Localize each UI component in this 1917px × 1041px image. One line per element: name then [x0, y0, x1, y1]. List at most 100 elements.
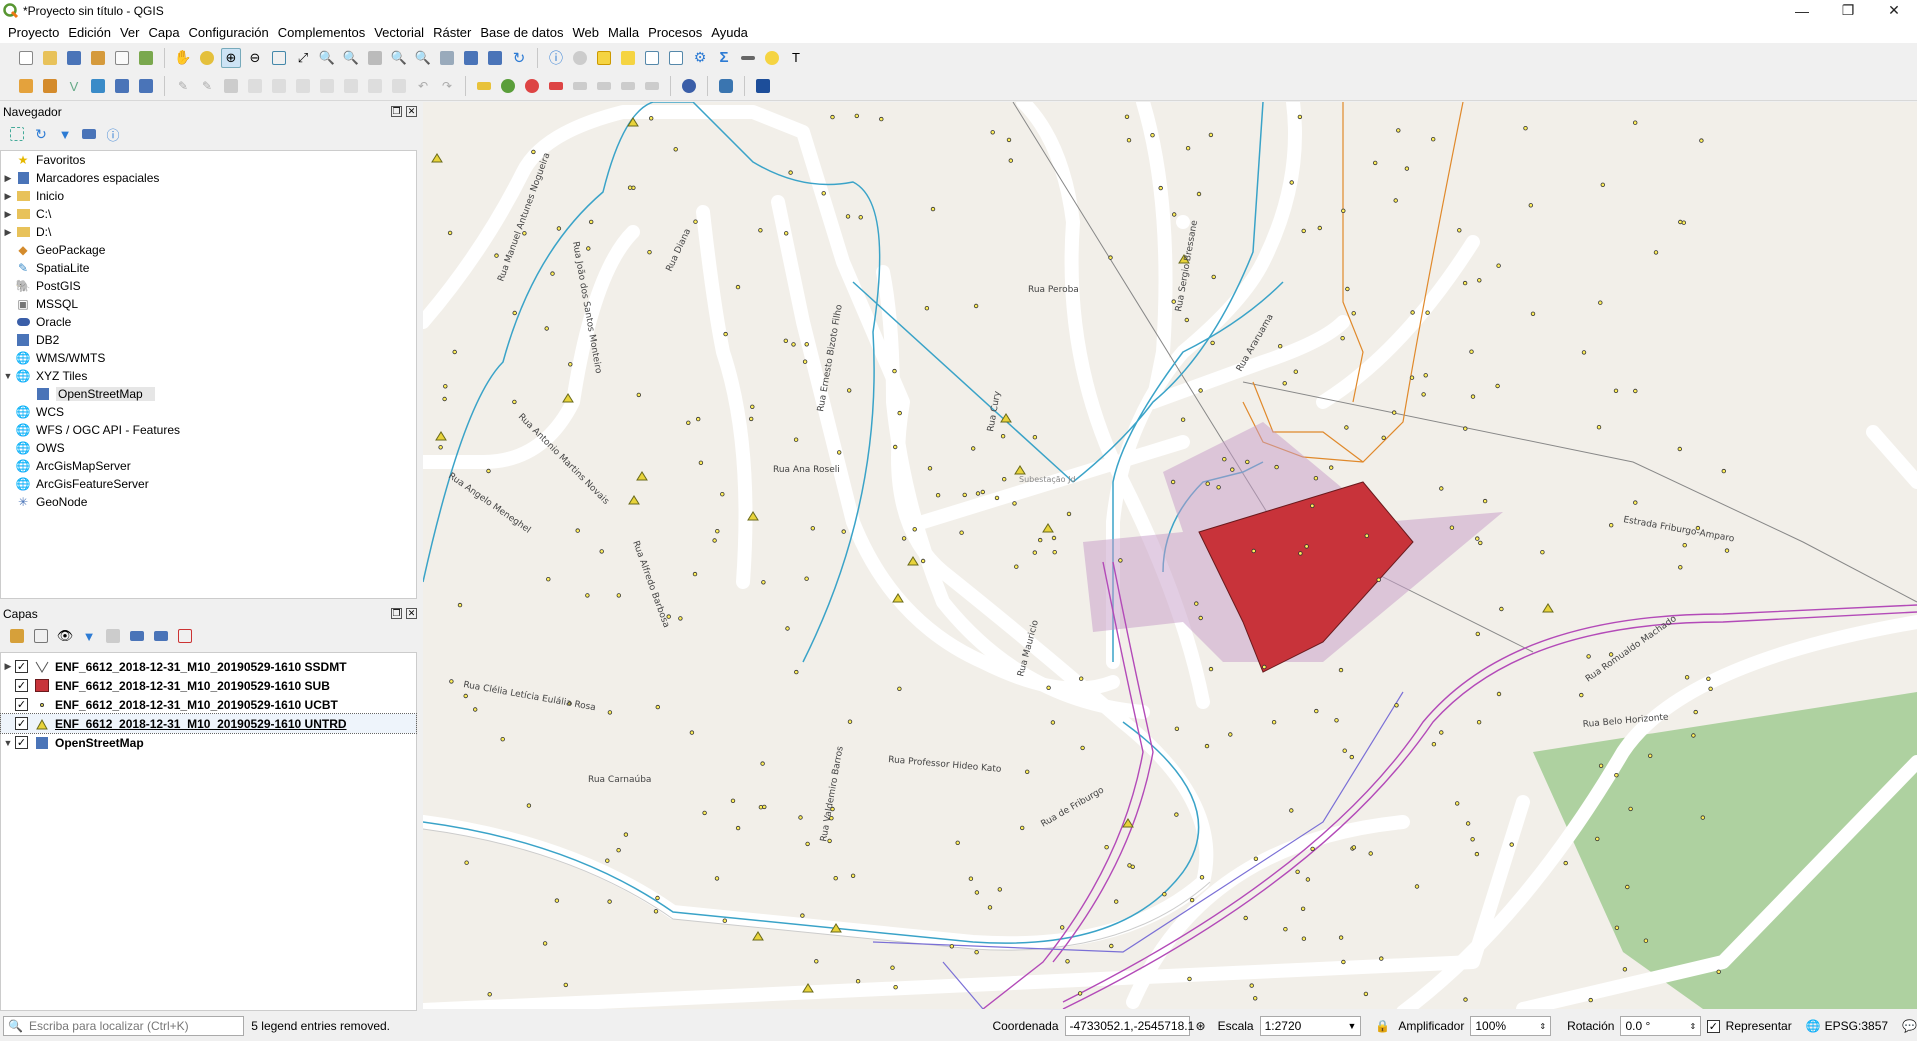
crs-icon[interactable]: 🌐: [1806, 1019, 1821, 1033]
pan-to-selection-icon[interactable]: [197, 48, 217, 68]
add-group-icon[interactable]: [31, 626, 51, 646]
layout-manager-icon[interactable]: [136, 48, 156, 68]
expand-arrow-icon[interactable]: ▼: [1, 371, 15, 381]
attribute-table-icon[interactable]: [642, 48, 662, 68]
pin-labels-icon[interactable]: [522, 76, 542, 96]
messages-icon[interactable]: 💬: [1902, 1019, 1917, 1033]
zoom-next-icon[interactable]: 🔍: [413, 48, 433, 68]
browser-item[interactable]: 🌐 WFS / OGC API - Features: [1, 421, 416, 439]
move-label-icon[interactable]: [594, 76, 614, 96]
collapse-all-layers-icon[interactable]: [151, 626, 171, 646]
show-bookmarks-icon[interactable]: [485, 48, 505, 68]
filter-browser-icon[interactable]: ▼: [55, 124, 75, 144]
new-virtual-layer-icon[interactable]: [112, 76, 132, 96]
modify-attributes-icon[interactable]: [293, 76, 313, 96]
browser-item[interactable]: 🌐 ArcGisMapServer: [1, 457, 416, 475]
vertex-tool-icon[interactable]: [269, 76, 289, 96]
new-temporary-layer-icon[interactable]: [136, 76, 156, 96]
layer-row[interactable]: ▶ ✓ ENF_6612_2018-12-31_M10_20190529-1610 …: [1, 657, 416, 676]
new-project-icon[interactable]: [16, 48, 36, 68]
rotation-field[interactable]: 0.0 ° ⇕: [1620, 1016, 1702, 1036]
layer-visibility-checkbox[interactable]: ✓: [15, 717, 28, 730]
browser-item[interactable]: ▼ 🌐 XYZ Tiles: [1, 367, 416, 385]
browser-item[interactable]: ✎ SpatiaLite: [1, 259, 416, 277]
expand-arrow-icon[interactable]: ▶: [1, 209, 15, 220]
browser-item[interactable]: ▣ MSSQL: [1, 295, 416, 313]
new-spatialite-icon[interactable]: [88, 76, 108, 96]
new-map-view-icon[interactable]: [437, 48, 457, 68]
map-svg[interactable]: Rua Manuel Antunes Nogueira Rua João dos…: [423, 102, 1917, 1009]
text-annotation-icon[interactable]: T: [786, 48, 806, 68]
layer-labeling-icon[interactable]: [498, 76, 518, 96]
restore-button[interactable]: ❐: [1825, 0, 1871, 21]
toggle-editing-icon[interactable]: ✎: [197, 76, 217, 96]
deselect-icon[interactable]: [618, 48, 638, 68]
measure-icon[interactable]: [738, 48, 758, 68]
zoom-selection-icon[interactable]: 🔍: [317, 48, 337, 68]
menu-complementos[interactable]: Complementos: [278, 25, 365, 40]
menu-proyecto[interactable]: Proyecto: [8, 25, 59, 40]
browser-item[interactable]: DB2: [1, 331, 416, 349]
menu-configuracion[interactable]: Configuración: [189, 25, 269, 40]
browser-item[interactable]: ★ Favoritos: [1, 151, 416, 169]
remove-layer-icon[interactable]: [175, 626, 195, 646]
delete-selected-icon[interactable]: [317, 76, 337, 96]
processing-toolbox-icon[interactable]: ⚙: [690, 48, 710, 68]
browser-item[interactable]: Oracle: [1, 313, 416, 331]
float-panel-button[interactable]: ❐: [391, 608, 402, 619]
layer-row[interactable]: ✓ ENF_6612_2018-12-31_M10_20190529-1610 S…: [1, 676, 416, 695]
layer-visibility-checkbox[interactable]: ✓: [15, 660, 28, 673]
menu-ver[interactable]: Ver: [120, 25, 140, 40]
scale-field[interactable]: 1:2720 ▼: [1259, 1016, 1362, 1036]
close-panel-button[interactable]: ✕: [406, 608, 417, 619]
expand-arrow-icon[interactable]: ▶: [1, 227, 15, 238]
paste-features-icon[interactable]: [389, 76, 409, 96]
layer-visibility-checkbox[interactable]: ✓: [15, 736, 28, 749]
data-source-manager-icon[interactable]: [16, 76, 36, 96]
refresh-browser-icon[interactable]: ↻: [31, 124, 51, 144]
manage-themes-icon[interactable]: 👁: [55, 626, 75, 646]
browser-item[interactable]: 🌐 OWS: [1, 439, 416, 457]
toggle-extents-icon[interactable]: ⊛: [1196, 1019, 1206, 1033]
new-bookmark-icon[interactable]: [461, 48, 481, 68]
zoom-in-icon[interactable]: ⊕: [221, 47, 241, 68]
menu-procesos[interactable]: Procesos: [648, 25, 702, 40]
help-icon[interactable]: [753, 76, 773, 96]
new-shapefile-icon[interactable]: V: [64, 76, 84, 96]
expand-arrow-icon[interactable]: ▼: [1, 738, 15, 748]
pan-icon[interactable]: ✋: [173, 48, 193, 68]
open-project-icon[interactable]: [40, 48, 60, 68]
run-action-icon[interactable]: [570, 48, 590, 68]
browser-item[interactable]: ▶ Inicio: [1, 187, 416, 205]
browser-item[interactable]: ✳ GeoNode: [1, 493, 416, 511]
layer-visibility-checkbox[interactable]: ✓: [15, 698, 28, 711]
layer-row[interactable]: ✓ ENF_6612_2018-12-31_M10_20190529-1610 U…: [0, 713, 417, 734]
browser-item[interactable]: 🌐 WCS: [1, 403, 416, 421]
zoom-layer-icon[interactable]: 🔍: [341, 48, 361, 68]
menu-malla[interactable]: Malla: [608, 25, 639, 40]
map-tips-icon[interactable]: [762, 48, 782, 68]
close-panel-button[interactable]: ✕: [406, 106, 417, 117]
properties-icon[interactable]: ⓘ: [103, 124, 123, 144]
coordinate-field[interactable]: -4733052.1,-2545718.1: [1064, 1016, 1194, 1036]
menu-raster[interactable]: Ráster: [433, 25, 471, 40]
expand-all-icon[interactable]: [127, 626, 147, 646]
render-checkbox[interactable]: ✓: [1707, 1019, 1720, 1033]
minimize-button[interactable]: —: [1779, 0, 1825, 21]
python-console-icon[interactable]: [716, 76, 736, 96]
zoom-native-icon[interactable]: [365, 48, 385, 68]
save-as-icon[interactable]: [88, 48, 108, 68]
close-button[interactable]: ✕: [1871, 0, 1917, 21]
layer-visibility-checkbox[interactable]: ✓: [15, 679, 28, 692]
add-layer-icon[interactable]: [7, 124, 27, 144]
highlight-pinned-icon[interactable]: [546, 76, 566, 96]
menu-capa[interactable]: Capa: [148, 25, 179, 40]
digitize-icon[interactable]: [245, 76, 265, 96]
show-hide-labels-icon[interactable]: [570, 76, 590, 96]
filter-expression-icon[interactable]: [103, 626, 123, 646]
copy-features-icon[interactable]: [365, 76, 385, 96]
zoom-last-icon[interactable]: 🔍: [389, 48, 409, 68]
menu-web[interactable]: Web: [573, 25, 600, 40]
browser-item[interactable]: 🌐 ArcGisFeatureServer: [1, 475, 416, 493]
current-edits-icon[interactable]: ✎: [173, 76, 193, 96]
